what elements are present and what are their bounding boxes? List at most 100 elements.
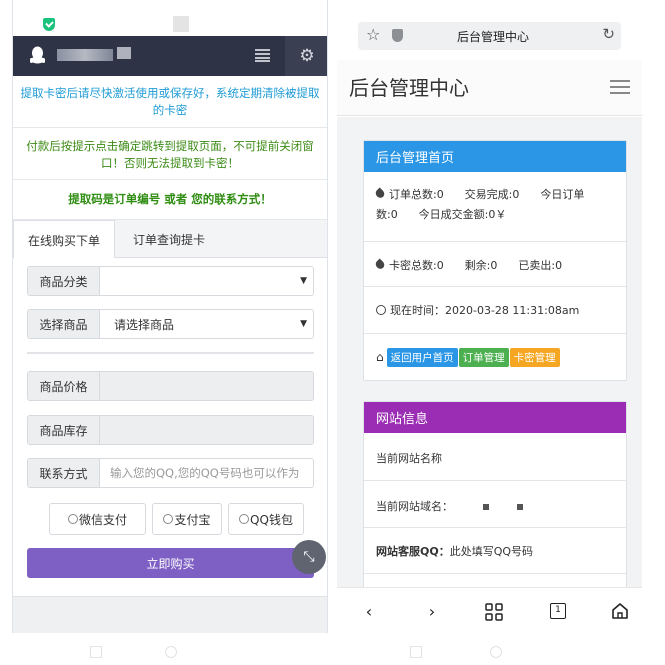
price-row: 商品价格 [27,371,314,401]
notice-extract-code: 提取码是订单编号 或者 您的联系方式！ [13,180,327,220]
product-value: 请选择商品 [114,317,175,332]
system-nav-circle-icon [165,646,177,658]
order-stats-line1: 订单总数:0 交易完成:0 今日订单 [389,188,585,201]
menu-icon[interactable] [255,49,270,62]
category-select[interactable]: ▼ [100,267,313,295]
chevron-down-icon: ▼ [300,319,307,329]
product-row: 选择商品 请选择商品 ▼ [27,309,314,339]
site-qq-value: 此处填写QQ号码 [449,545,534,558]
site-domain-row: 当前网站域名： [364,481,626,528]
tab-bar: 在线购买下单 订单查询提卡 [13,220,327,259]
payment-options: 微信支付 支付宝 QQ钱包 [49,503,304,535]
site-domain-label: 当前网站域名： [376,500,453,513]
droplet-icon [373,187,387,200]
time-value: 2020-03-28 11:31:08am [445,304,580,317]
dashboard-panel: 后台管理首页 订单总数:0 交易完成:0 今日订单 数:0 今日成交金额:0￥ … [363,140,627,381]
notice-save-card: 提取卡密后请尽快激活使用或保存好，系统定期清除被提取的卡密 [13,76,327,128]
left-phone-screen: ⚙ 提取卡密后请尽快激活使用或保存好，系统定期清除被提取的卡密 付款后按提示点击… [12,0,328,633]
site-info-panel: 网站信息 当前网站名称 当前网站域名： 网站客服QQ：此处填写QQ号码 [363,401,627,601]
payment-wechat[interactable]: 微信支付 [49,503,146,535]
contact-row: 联系方式 输入您的QQ,您的QQ号码也可以作为 [27,458,314,488]
browser-address-bar[interactable]: ☆ 后台管理中心 ↻ [358,22,621,50]
payment-qqwallet-label: QQ钱包 [250,512,293,527]
chevron-down-icon: ▼ [300,276,307,286]
stock-label: 商品库存 [28,416,100,444]
blurred-mark [517,504,523,510]
screenshot-stage: ⚙ 提取卡密后请尽快激活使用或保存好，系统定期清除被提取的卡密 付款后按提示点击… [0,0,665,665]
payment-wechat-label: 微信支付 [78,512,127,527]
tabs-count-icon[interactable]: 1 [550,603,566,619]
status-bar [13,0,327,36]
reload-icon[interactable]: ↻ [602,25,615,43]
system-nav-square-icon [90,646,102,658]
card-manage-button[interactable]: 卡密管理 [509,348,560,367]
contact-label: 联系方式 [28,459,100,487]
payment-qqwallet[interactable]: QQ钱包 [228,503,304,535]
browser-page-title: 后台管理中心 [456,30,529,44]
admin-content: 后台管理首页 订单总数:0 交易完成:0 今日订单 数:0 今日成交金额:0￥ … [337,117,642,601]
page-title: 后台管理中心 [349,76,469,100]
forward-chevron-icon[interactable]: › [420,602,444,621]
blurred-overlay [459,439,529,475]
browser-bottom-toolbar: ‹ › 1 [337,587,642,637]
site-name-label: 当前网站名称 [376,452,442,465]
notice-redirect: 付款后按提示点击确定跳转到提取页面，不可提前关闭窗口！否则无法提取到卡密！ [13,128,327,180]
back-chevron-icon[interactable]: ‹ [357,602,381,621]
price-label: 商品价格 [28,372,100,400]
contact-input[interactable]: 输入您的QQ,您的QQ号码也可以作为 [100,459,313,487]
buy-now-button[interactable]: 立即购买 [27,548,314,578]
tab-online-purchase[interactable]: 在线购买下单 [13,220,115,259]
category-label: 商品分类 [28,267,100,295]
user-home-button[interactable]: 返回用户首页 [386,348,458,367]
right-phone-screen: ☆ 后台管理中心 ↻ 后台管理中心 后台管理首页 订单总数:0 交易完成:0 今… [337,0,642,640]
system-nav-circle-icon [490,646,502,658]
time-row: 现在时间：2020-03-28 11:31:08am [364,287,626,334]
bookmark-star-icon[interactable]: ☆ [366,25,380,44]
system-nav-square-icon [410,646,422,658]
card-stats-line: 卡密总数:0 剩余:0 已卖出:0 [389,259,563,272]
top-navbar: ⚙ [13,36,327,76]
radio-icon [67,514,78,524]
admin-header: 后台管理中心 [337,60,642,116]
site-name-row: 当前网站名称 [364,433,626,481]
tab-order-query[interactable]: 订单查询提卡 [117,220,221,258]
price-field [100,372,313,400]
radio-icon [163,514,174,524]
collapse-arrows-icon[interactable]: ⤡ [292,540,326,574]
home-icon[interactable] [611,602,629,620]
time-prefix: 现在时间： [390,304,445,317]
qq-penguin-icon [30,46,45,64]
order-stats-row: 订单总数:0 交易完成:0 今日订单 数:0 今日成交金额:0￥ [364,172,626,242]
settings-gear-icon[interactable]: ⚙ [285,36,327,76]
payment-alipay-label: 支付宝 [174,512,211,527]
stock-row: 商品库存 [27,415,314,445]
security-shield-icon [392,29,403,42]
site-qq-row: 网站客服QQ：此处填写QQ号码 [364,528,626,574]
apps-grid-icon[interactable] [485,603,503,621]
site-qq-label: 网站客服QQ： [376,545,450,558]
security-shield-icon [43,18,55,31]
order-manage-button[interactable]: 订单管理 [458,348,509,367]
status-blurred-area [173,16,189,32]
order-stats-line2: 数:0 今日成交金额:0￥ [376,208,507,221]
blurred-mark [483,504,489,510]
card-stats-row: 卡密总数:0 剩余:0 已卖出:0 [364,242,626,287]
payment-alipay[interactable]: 支付宝 [152,503,222,535]
stock-field [100,416,313,444]
form-divider [27,352,314,354]
clock-icon [376,305,386,315]
quick-links-row: ⌂ 返回用户首页 订单管理 卡密管理 [364,334,626,380]
product-label: 选择商品 [28,310,100,338]
droplet-icon [373,258,387,271]
blurred-site-name-part [117,47,131,59]
home-icon: ⌂ [376,350,384,364]
bottom-bar [13,596,327,633]
dashboard-panel-title: 后台管理首页 [364,141,626,172]
blurred-site-name [57,49,113,61]
menu-icon[interactable] [610,80,630,94]
radio-icon [239,514,250,524]
category-row: 商品分类 ▼ [27,266,314,296]
product-select[interactable]: 请选择商品 ▼ [100,310,313,338]
purchase-form: 商品分类 ▼ 选择商品 请选择商品 ▼ 商品价格 商品库存 联系方式 输入您的Q… [13,258,327,628]
system-nav-bar [0,640,665,665]
